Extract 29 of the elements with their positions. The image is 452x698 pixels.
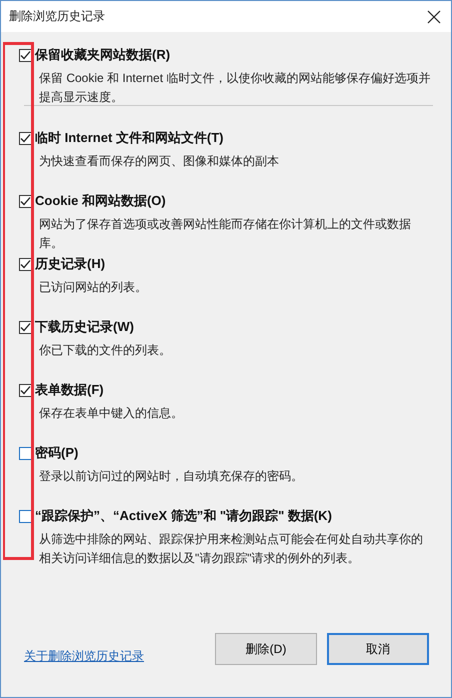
option-label[interactable]: 下载历史记录(W) (35, 318, 134, 336)
help-link[interactable]: 关于删除浏览历史记录 (24, 648, 144, 665)
option-description: 你已下载的文件的列表。 (39, 342, 172, 359)
checkbox[interactable] (19, 258, 32, 270)
checkbox[interactable] (19, 510, 32, 522)
option-description: 从筛选中排除的网站、跟踪保护用来检测站点可能会在何处自动共享你的相关访问详细信息的数据以及"请勿跟踪"请求的例外的列表。 (39, 531, 424, 567)
checkbox[interactable] (19, 132, 32, 144)
option-description: 网站为了保存首选项或改善网站性能而存储在你计算机上的文件或数据库。 (39, 216, 412, 252)
option-label[interactable]: “跟踪保护”、“ActiveX 筛选”和 "请勿跟踪" 数据(K) (35, 507, 332, 525)
option-label[interactable]: Cookie 和网站数据(O) (35, 192, 166, 210)
option-label[interactable]: 表单数据(F) (35, 381, 104, 399)
option-description: 为快速查看而保存的网页、图像和媒体的副本 (39, 153, 280, 170)
close-icon[interactable] (427, 10, 441, 24)
window-title: 删除浏览历史记录 (9, 8, 105, 25)
checkbox[interactable] (19, 48, 32, 62)
checkbox[interactable] (19, 446, 32, 460)
option-description: 已访问网站的列表。 (39, 279, 148, 296)
option-label[interactable]: 保留收藏夹网站数据(R) (35, 46, 170, 64)
option-description: 保留 Cookie 和 Internet 临时文件，以使你收藏的网站能够保存偏好选项并提高显示速度。 (39, 70, 432, 106)
option-description: 保存在表单中键入的信息。 (39, 405, 184, 422)
option-label[interactable]: 历史记录(H) (35, 255, 106, 273)
checkbox[interactable] (19, 320, 32, 334)
option-label[interactable]: 密码(P) (35, 444, 78, 462)
checkbox[interactable] (19, 384, 32, 396)
cancel-button[interactable]: 取消 (327, 633, 429, 665)
delete-button[interactable]: 删除(D) (215, 633, 317, 665)
checkbox[interactable] (19, 194, 32, 208)
option-description: 登录以前访问过的网站时，自动填充保存的密码。 (39, 468, 304, 485)
option-label[interactable]: 临时 Internet 文件和网站文件(T) (35, 129, 224, 147)
